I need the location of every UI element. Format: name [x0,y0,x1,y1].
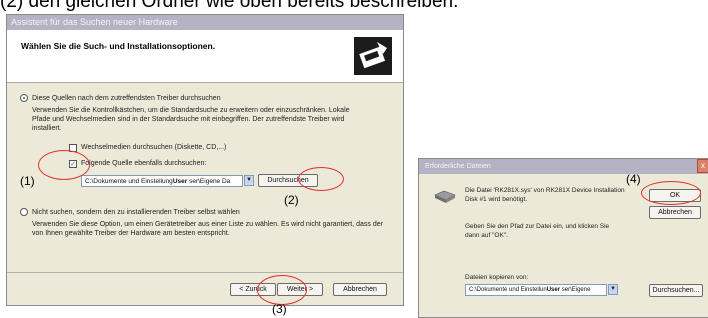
wizard-banner-title: Wählen Sie die Such- und Installationsop… [21,41,216,51]
dialog-cancel-button[interactable]: Abbrechen [649,206,701,219]
hardware-wizard-icon [354,37,392,75]
annotation-label-1: (1) [20,174,35,188]
close-icon[interactable]: x [697,159,708,173]
dialog-title-bar: Erforderliche Dateien [419,159,708,174]
search-option-label: Diese Quellen nach dem zutreffendsten Tr… [32,95,221,102]
search-option-radio[interactable] [20,94,28,102]
wizard-banner: Wählen Sie die Such- und Installationsop… [7,30,403,83]
manual-option-radio[interactable] [20,208,28,216]
annotation-label-3: (3) [272,302,287,316]
dialog-browse-button[interactable]: Durchsuchen... [649,284,703,297]
annotation-label-4: (4) [626,172,641,186]
page-heading: (2) den gleichen Ordner wie oben bereits… [0,0,459,12]
wizard-title-bar: Assistent für das Suchen neuer Hardware [7,15,403,30]
manual-description: Verwenden Sie diese Option, um einen Ger… [32,221,383,237]
path-instruction: Geben Sie den Pfad zur Datei ein, und kl… [465,223,610,239]
chevron-down-icon[interactable]: ▼ [244,175,254,186]
cancel-button[interactable]: Abbrechen [333,283,387,296]
required-file-message: Die Datei 'RK281X.sys' von RK281X Device… [465,187,625,203]
disk-drive-icon [434,190,456,203]
annotation-ring-1 [38,150,90,180]
removable-media-label: Wechselmedien durchsuchen (Diskette, CD,… [81,144,227,151]
manual-option-label: Nicht suchen, sondern den zu installiere… [32,209,240,216]
annotation-ring-3 [257,275,307,305]
annotation-ring-4 [641,181,701,205]
annotation-label-2: (2) [284,193,299,207]
copy-from-label: Dateien kopieren von: [465,274,529,281]
search-path-field[interactable]: C:\Dokumente und EinstellungUser ser\Eig… [81,175,243,187]
chevron-down-icon[interactable]: ▼ [608,284,618,295]
annotation-ring-2 [298,167,344,191]
search-description: Verwenden Sie die Kontrollkästchen, um d… [32,107,350,132]
include-location-label: Folgende Quelle ebenfalls durchsuchen: [81,160,207,167]
footer-divider [7,272,403,273]
copy-from-path-field[interactable]: C:\Dokumente und EinstellunUser ser\Eige… [465,284,607,296]
